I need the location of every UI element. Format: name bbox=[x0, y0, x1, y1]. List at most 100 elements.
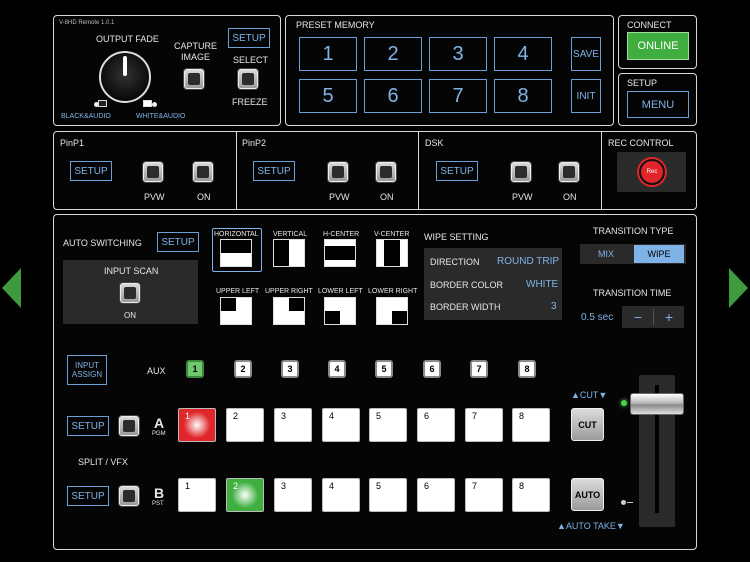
pst-input-button-1[interactable]: 1 bbox=[178, 478, 216, 512]
preset-memory-6[interactable]: 6 bbox=[364, 79, 422, 113]
pst-input-button-5[interactable]: 5 bbox=[369, 478, 407, 512]
divider bbox=[418, 132, 419, 209]
pst-input-button-8[interactable]: 8 bbox=[512, 478, 550, 512]
pgm-input-button-2[interactable]: 2 bbox=[226, 408, 264, 442]
preset-memory-7[interactable]: 7 bbox=[429, 79, 487, 113]
preset-memory-2[interactable]: 2 bbox=[364, 37, 422, 71]
bus-b-label: B bbox=[154, 485, 165, 501]
pgm-label: PGM bbox=[152, 431, 166, 437]
direction-value[interactable]: ROUND TRIP bbox=[497, 256, 559, 267]
capture-image-label: CAPTURE IMAGE bbox=[174, 41, 218, 62]
mix-button[interactable]: MIX bbox=[581, 245, 631, 263]
pinp2-pvw-button[interactable] bbox=[328, 162, 348, 182]
split-vfx-label: SPLIT / VFX bbox=[78, 457, 128, 467]
pinp1-title: PinP1 bbox=[60, 138, 85, 148]
pgm-input-button-8[interactable]: 8 bbox=[512, 408, 550, 442]
rec-button[interactable]: Rec bbox=[639, 159, 665, 185]
white-fade-indicator bbox=[152, 102, 157, 107]
aux-button-8[interactable]: 8 bbox=[518, 360, 536, 378]
wipe-button[interactable]: WIPE bbox=[634, 245, 684, 263]
output-fade-panel: V-8HD Remote 1.0.1 OUTPUT FADE BLACK&AUD… bbox=[53, 15, 281, 126]
pst-input-button-7[interactable]: 7 bbox=[465, 478, 503, 512]
preset-memory-4[interactable]: 4 bbox=[494, 37, 552, 71]
wipe-lower-right-button[interactable] bbox=[376, 297, 408, 325]
pst-input-button-6[interactable]: 6 bbox=[417, 478, 455, 512]
next-page-arrow-icon[interactable] bbox=[729, 268, 748, 308]
wipe-h-center-button[interactable] bbox=[324, 239, 356, 267]
pgm-setup-button[interactable]: SETUP bbox=[67, 416, 109, 436]
dsk-pvw-button[interactable] bbox=[511, 162, 531, 182]
output-fade-knob[interactable] bbox=[99, 51, 151, 103]
preset-memory-5[interactable]: 5 bbox=[299, 79, 357, 113]
aux-button-2[interactable]: 2 bbox=[234, 360, 252, 378]
device-version-label: V-8HD Remote 1.0.1 bbox=[59, 20, 115, 26]
pgm-input-button-3[interactable]: 3 bbox=[274, 408, 312, 442]
aux-label: AUX bbox=[147, 366, 166, 376]
aux-button-6[interactable]: 6 bbox=[423, 360, 441, 378]
auto-take-label: ▲AUTO TAKE▼ bbox=[557, 521, 625, 531]
preset-save-button[interactable]: SAVE bbox=[571, 37, 601, 71]
white-fade-lamp bbox=[143, 100, 152, 107]
border-width-value[interactable]: 3 bbox=[551, 301, 557, 312]
pst-input-button-3[interactable]: 3 bbox=[274, 478, 312, 512]
aux-button-4[interactable]: 4 bbox=[328, 360, 346, 378]
wipe-lower-left-button[interactable] bbox=[324, 297, 356, 325]
pinp2-on-label: ON bbox=[380, 192, 394, 202]
pst-label: PST bbox=[152, 501, 164, 507]
output-fade-title: OUTPUT FADE bbox=[96, 34, 159, 44]
cut-arrows-label: ▲CUT▼ bbox=[571, 390, 608, 400]
pst-input-button-4[interactable]: 4 bbox=[322, 478, 360, 512]
pinp1-pvw-button[interactable] bbox=[143, 162, 163, 182]
pinp2-on-button[interactable] bbox=[376, 162, 396, 182]
capture-image-button[interactable] bbox=[184, 69, 204, 89]
t-bar-handle[interactable] bbox=[630, 393, 684, 415]
pst-input-button-2[interactable]: 2 bbox=[226, 478, 264, 512]
aux-button-7[interactable]: 7 bbox=[470, 360, 488, 378]
preset-memory-8[interactable]: 8 bbox=[494, 79, 552, 113]
input-scan-button[interactable] bbox=[120, 283, 140, 303]
pgm-split-button[interactable] bbox=[119, 416, 139, 436]
wipe-upper-left-button[interactable] bbox=[220, 297, 252, 325]
wipe-upper-right-button[interactable] bbox=[273, 297, 305, 325]
wipe-vertical-button[interactable] bbox=[273, 239, 305, 267]
wipe-v-center-button[interactable] bbox=[376, 239, 408, 267]
freeze-button[interactable] bbox=[238, 69, 258, 89]
pgm-input-button-4[interactable]: 4 bbox=[322, 408, 360, 442]
pinp2-setup-button[interactable]: SETUP bbox=[253, 161, 295, 181]
online-button[interactable]: ONLINE bbox=[627, 32, 689, 60]
wipe-lower-left-label: LOWER LEFT bbox=[318, 288, 363, 295]
border-color-value[interactable]: WHITE bbox=[526, 279, 558, 290]
rec-button-label: Rec bbox=[646, 169, 658, 175]
auto-switching-setup-button[interactable]: SETUP bbox=[157, 232, 199, 252]
wipe-horizontal-button[interactable] bbox=[220, 239, 252, 267]
pst-split-button[interactable] bbox=[119, 486, 139, 506]
pgm-input-button-6[interactable]: 6 bbox=[417, 408, 455, 442]
black-audio-label: BLACK&AUDIO bbox=[61, 113, 111, 120]
transition-time-minus-button[interactable]: − bbox=[624, 307, 652, 327]
pgm-input-button-7[interactable]: 7 bbox=[465, 408, 503, 442]
pinp1-setup-button[interactable]: SETUP bbox=[70, 161, 112, 181]
pgm-input-button-5[interactable]: 5 bbox=[369, 408, 407, 442]
preset-init-button[interactable]: INIT bbox=[571, 79, 601, 113]
freeze-label: FREEZE bbox=[232, 97, 268, 107]
pst-setup-button[interactable]: SETUP bbox=[67, 486, 109, 506]
preset-memory-1[interactable]: 1 bbox=[299, 37, 357, 71]
aux-button-1[interactable]: 1 bbox=[186, 360, 204, 378]
aux-button-3[interactable]: 3 bbox=[281, 360, 299, 378]
transition-type-title: TRANSITION TYPE bbox=[593, 226, 674, 236]
previous-page-arrow-icon[interactable] bbox=[2, 268, 21, 308]
main-switcher-panel: AUTO SWITCHING SETUP INPUT SCAN ON HORIZ… bbox=[53, 214, 697, 550]
dsk-setup-button[interactable]: SETUP bbox=[436, 161, 478, 181]
wipe-v-center-label: V-CENTER bbox=[374, 231, 410, 238]
pinp1-on-button[interactable] bbox=[193, 162, 213, 182]
menu-button[interactable]: MENU bbox=[627, 91, 689, 118]
preset-memory-3[interactable]: 3 bbox=[429, 37, 487, 71]
transition-time-plus-button[interactable]: + bbox=[655, 307, 683, 327]
input-assign-button[interactable]: INPUT ASSIGN bbox=[67, 355, 107, 385]
cut-button[interactable]: CUT bbox=[571, 408, 604, 441]
dsk-on-button[interactable] bbox=[559, 162, 579, 182]
aux-button-5[interactable]: 5 bbox=[375, 360, 393, 378]
freeze-setup-button[interactable]: SETUP bbox=[228, 28, 270, 48]
auto-button[interactable]: AUTO bbox=[571, 478, 604, 511]
pgm-input-button-1[interactable]: 1 bbox=[178, 408, 216, 442]
